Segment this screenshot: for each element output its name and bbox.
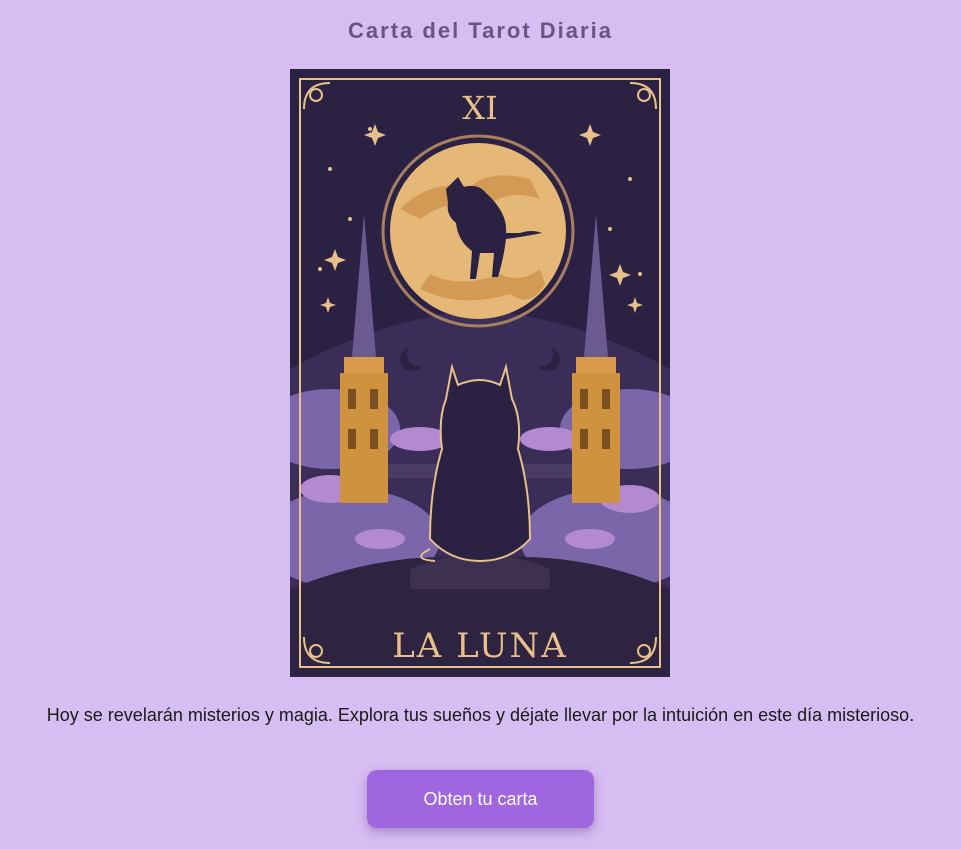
moon-illustration [381, 134, 575, 328]
tarot-page: Carta del Tarot Diaria XI LA LUNA Hoy se… [0, 0, 961, 849]
page-title: Carta del Tarot Diaria [348, 18, 613, 43]
card-name: LA LUNA [392, 626, 568, 666]
card-numeral: XI [462, 89, 497, 127]
card-reading-text: Hoy se revelarán misterios y magia. Expl… [46, 705, 915, 725]
tarot-card-image: XI LA LUNA [290, 69, 670, 677]
draw-card-button[interactable]: Obten tu carta [367, 770, 594, 828]
